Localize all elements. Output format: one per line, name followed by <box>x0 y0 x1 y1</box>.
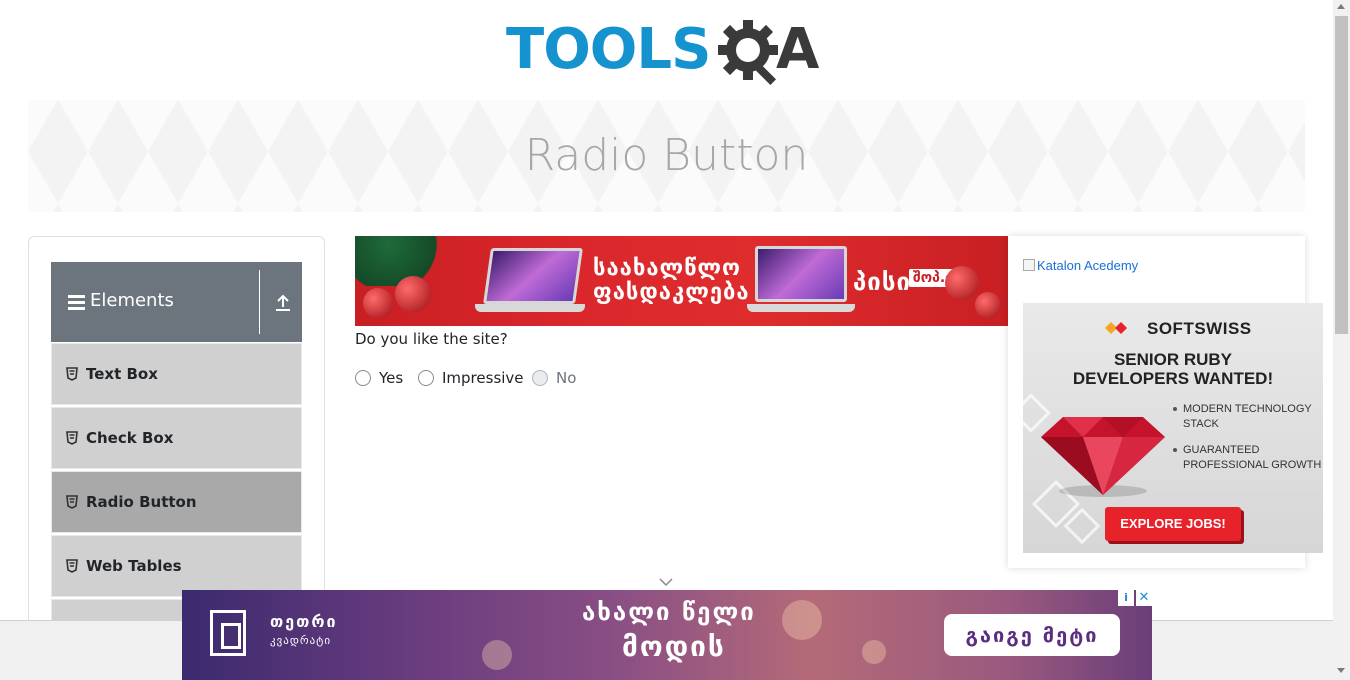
sidebar-item-label: Radio Button <box>86 493 197 511</box>
scroll-down-arrow-icon[interactable] <box>1337 668 1345 673</box>
softswiss-logo-icon <box>1105 322 1127 334</box>
learn-more-button[interactable]: გაიგე მეტი <box>944 614 1120 656</box>
right-ad-column: Katalon Acedemy SOFTSWISS SENIOR RUBY DE… <box>1008 236 1323 568</box>
radio-label-yes[interactable]: Yes <box>379 369 403 387</box>
laptop-base <box>747 304 855 312</box>
scroll-up-arrow-icon[interactable] <box>1337 4 1345 9</box>
softswiss-bullet-2: GUARANTEED PROFESSIONAL GROWTH <box>1173 444 1322 471</box>
ruby-gem-icon <box>1041 417 1165 497</box>
bokeh-light <box>862 640 886 664</box>
bottom-ad-headline-1: ახალი წელი <box>582 598 756 626</box>
softswiss-headline-2: DEVELOPERS WANTED! <box>1072 369 1274 388</box>
sidebar-item-radio-button[interactable]: Radio Button <box>51 471 302 533</box>
html5-icon <box>66 559 78 573</box>
logo-a-text: A <box>776 17 820 82</box>
radio-circle-impressive[interactable] <box>418 370 434 386</box>
radio-question: Do you like the site? <box>355 330 508 348</box>
html5-icon <box>66 495 78 509</box>
left-nav-panel: Elements Text Box Check Box Radio Button… <box>28 236 325 636</box>
laptop-base <box>475 304 585 312</box>
ornament-ball <box>395 276 431 312</box>
ornament-ball <box>945 266 979 300</box>
laptop-image <box>755 246 847 302</box>
katalon-ad-link[interactable]: Katalon Acedemy <box>1023 258 1138 273</box>
scrollbar-thumb[interactable] <box>1335 16 1348 334</box>
nav-group-title: Elements <box>90 290 174 311</box>
top-ad-banner[interactable]: საახალწლო ფასდაკლება პისი შოპ.ჯი <box>355 236 1008 326</box>
ad-promo-line1: საახალწლო <box>593 256 741 281</box>
explore-jobs-button[interactable]: EXPLORE JOBS! <box>1105 507 1241 541</box>
softswiss-headline-1: SENIOR RUBY <box>1113 350 1233 369</box>
collapse-arrow-icon[interactable] <box>275 294 291 312</box>
bokeh-light <box>782 600 822 640</box>
logo-tools-text: TOOLS <box>506 17 711 82</box>
ad-close-icon[interactable]: ✕ <box>1136 590 1152 606</box>
nav-group-elements[interactable]: Elements <box>51 262 302 342</box>
ornament-ball <box>975 292 1001 318</box>
nav-group-divider <box>259 270 260 334</box>
chevron-down-icon[interactable] <box>658 577 674 587</box>
softswiss-ad[interactable]: SOFTSWISS SENIOR RUBY DEVELOPERS WANTED!… <box>1023 303 1323 553</box>
softswiss-brand: SOFTSWISS <box>1147 319 1252 338</box>
ad-brand-text: პისი <box>853 268 911 296</box>
sidebar-item-label: Web Tables <box>86 557 182 575</box>
radio-circle-no <box>532 370 548 386</box>
page-title: Radio Button <box>524 130 809 181</box>
toolsqa-logo[interactable]: TOOLS A <box>506 16 830 92</box>
page-scrollbar[interactable] <box>1333 0 1350 680</box>
radio-circle-yes[interactable] <box>355 370 371 386</box>
sidebar-item-label: Check Box <box>86 429 174 447</box>
katalon-alt-text: Katalon Acedemy <box>1037 258 1139 273</box>
sidebar-item-label: Text Box <box>86 365 158 383</box>
bokeh-light <box>482 640 512 670</box>
bottom-ad-brand-2: კვადრატი <box>270 634 332 647</box>
tetri-kvadrati-logo-icon <box>210 610 246 656</box>
hamburger-icon <box>68 295 85 313</box>
adchoices-icon[interactable]: i <box>1118 590 1134 606</box>
radio-label-no: No <box>556 369 577 387</box>
broken-image-icon <box>1023 259 1035 271</box>
softswiss-bullet-1: MODERN TECHNOLOGY STACK <box>1173 402 1323 432</box>
html5-icon <box>66 431 78 445</box>
page-header-banner: Radio Button <box>28 100 1305 212</box>
ornament-ball <box>363 288 393 318</box>
laptop-image <box>483 248 583 304</box>
sidebar-item-check-box[interactable]: Check Box <box>51 407 302 469</box>
bottom-ad-headline-2: მოდის <box>622 630 726 663</box>
radio-label-impressive[interactable]: Impressive <box>442 369 524 387</box>
html5-icon <box>66 367 78 381</box>
sidebar-item-web-tables[interactable]: Web Tables <box>51 535 302 597</box>
sidebar-item-text-box[interactable]: Text Box <box>51 343 302 405</box>
bottom-ad-banner[interactable]: თეთრი კვადრატი ახალი წელი მოდის გაიგე მე… <box>182 590 1152 680</box>
bottom-ad-brand-1: თეთრი <box>270 612 338 631</box>
ad-promo-line2: ფასდაკლება <box>593 280 750 305</box>
